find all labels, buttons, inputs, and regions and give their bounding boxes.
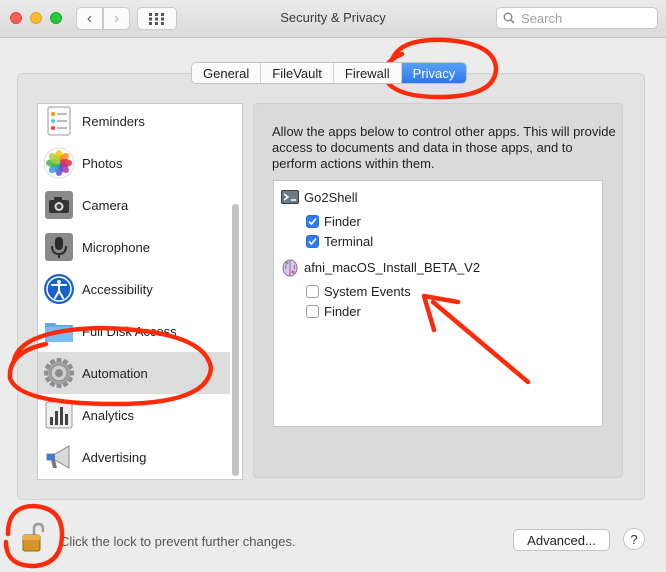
tab-privacy[interactable]: Privacy [401,63,467,83]
camera-icon [45,191,73,219]
photos-icon [43,147,75,179]
tab-general[interactable]: General [192,63,262,83]
advanced-button[interactable]: Advanced... [513,529,610,551]
app-name: afni_macOS_Install_BETA_V2 [304,259,481,275]
finder-checkbox[interactable] [306,214,319,228]
sidebar-scrollbar[interactable] [232,204,239,476]
sidebar-item-label: Automation [82,365,148,381]
sidebar-item-microphone[interactable]: Microphone [38,226,230,268]
gear-icon [44,358,74,388]
sidebar-item-label: Accessibility [82,281,153,297]
help-button[interactable]: ? [623,528,645,550]
target-label: System Events [324,283,411,299]
folder-icon [45,323,73,342]
target-label: Finder [324,213,361,229]
checkmark-icon [308,217,317,225]
microphone-icon [45,233,73,261]
search-icon [503,12,515,24]
sidebar-item-analytics[interactable]: Analytics [38,394,230,436]
terminal-checkbox[interactable] [306,234,319,248]
sidebar-item-advertising[interactable]: Advertising [38,436,230,478]
sidebar-item-label: Photos [82,155,123,171]
accessibility-icon [44,274,74,304]
target-row-system-events[interactable]: System Events [306,281,411,301]
terminal-app-icon [281,190,299,204]
tab-bar: General FileVault Firewall Privacy [191,62,468,84]
sidebar-item-label: Microphone [82,239,150,255]
target-row-terminal[interactable]: Terminal [306,231,373,251]
finder-checkbox-2[interactable] [306,304,319,318]
target-label: Terminal [324,233,374,249]
search-field[interactable] [496,7,658,29]
system-events-checkbox[interactable] [306,284,319,298]
checkmark-icon [308,237,317,245]
unlocked-padlock-icon[interactable] [22,522,44,554]
target-label: Finder [324,303,361,319]
sidebar-item-label: Reminders [82,113,145,129]
analytics-icon [45,401,73,429]
app-name: Go2Shell [304,189,358,205]
sidebar-item-reminders[interactable]: Reminders [38,104,230,142]
reminders-icon [47,106,71,136]
target-row-finder-2[interactable]: Finder [306,301,361,321]
tab-filevault[interactable]: FileVault [261,63,334,83]
sidebar-item-label: Analytics [82,407,135,423]
title-bar: ‹ › Security & Privacy [0,0,666,38]
app-row-go2shell: Go2Shell [280,187,357,207]
search-input[interactable] [519,9,649,27]
sidebar-item-accessibility[interactable]: Accessibility [38,268,230,310]
sidebar-item-photos[interactable]: Photos [38,142,230,184]
privacy-category-list[interactable]: Reminders Photos Camera Microphone Acces… [37,103,243,480]
target-row-finder[interactable]: Finder [306,211,361,231]
sidebar-item-label: Full Disk Access [82,323,177,339]
sidebar-item-full-disk-access[interactable]: Full Disk Access [38,310,230,352]
lock-message: Click the lock to prevent further change… [60,534,296,549]
app-row-afni: afni_macOS_Install_BETA_V2 [280,257,480,277]
tab-firewall[interactable]: Firewall [334,63,402,83]
automation-description: Allow the apps below to control other ap… [272,124,616,171]
sidebar-item-label: Camera [82,197,129,213]
sidebar-item-automation[interactable]: Automation [38,352,230,394]
sidebar-item-camera[interactable]: Camera [38,184,230,226]
sidebar-item-label: Advertising [82,449,147,465]
brain-app-icon [282,259,298,277]
megaphone-icon [46,445,70,469]
automation-app-list[interactable]: Go2Shell Finder Terminal afni_macOS_Inst… [273,180,603,427]
